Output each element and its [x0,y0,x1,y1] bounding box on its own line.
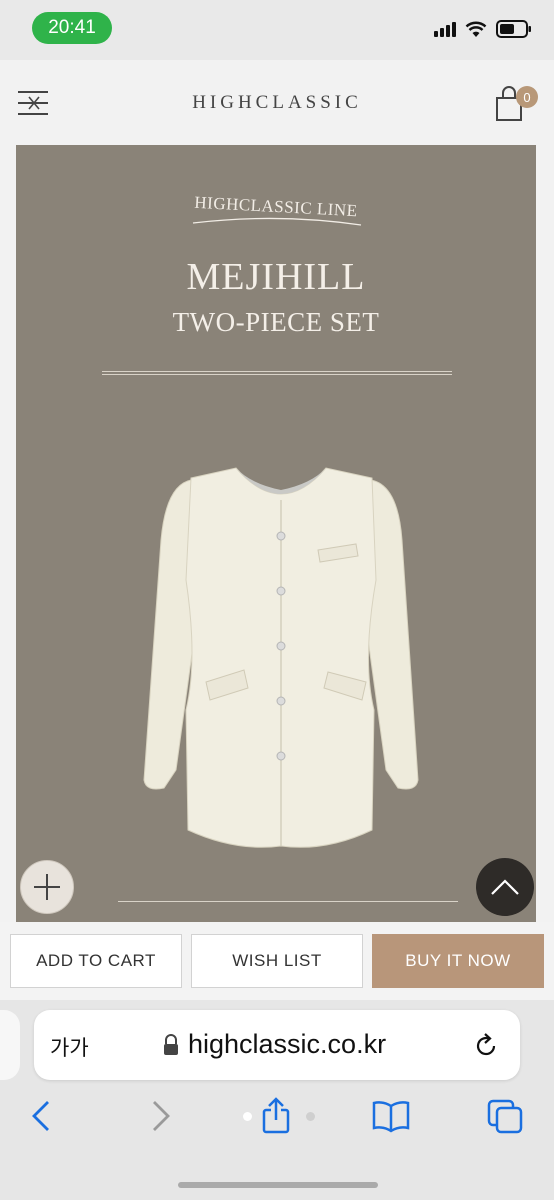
chevron-up-icon [491,879,519,895]
address-bar[interactable]: 가가 highclassic.co.kr [34,1010,520,1080]
hero-bottom-divider [118,901,458,902]
status-icons [434,20,532,38]
wifi-icon [465,21,487,37]
share-icon[interactable] [256,1096,296,1136]
back-icon[interactable] [22,1096,62,1136]
jacket-image [143,467,419,848]
cart-count-badge: 0 [516,86,538,108]
plus-icon [34,874,60,900]
buy-now-button[interactable]: BUY IT NOW [372,934,544,988]
reload-icon[interactable] [472,1032,500,1060]
text-size-button[interactable]: 가가 [50,1032,89,1062]
product-subtitle: TWO-PIECE SET [172,307,380,337]
previous-tab-peek[interactable] [0,1010,20,1080]
forward-icon[interactable] [140,1096,180,1136]
scroll-top-button[interactable] [476,858,534,916]
status-bar: 20:41 [0,0,554,60]
product-title: MEJIHILL [186,256,366,298]
wish-list-button[interactable]: WISH LIST [191,934,363,988]
add-to-cart-button[interactable]: ADD TO CART [10,934,182,988]
browser-toolbar: 가가 highclassic.co.kr [0,1000,554,1200]
bookmarks-icon[interactable] [371,1096,411,1136]
product-hero-image[interactable]: HIGHCLASSIC LINE MEJIHILL TWO-PIECE SET [16,145,536,930]
url-text[interactable]: highclassic.co.kr [188,1029,386,1060]
logo-swoosh [192,217,362,226]
tabs-icon[interactable] [486,1096,526,1136]
hero-divider [102,371,452,375]
lock-icon [164,1034,178,1055]
site-header: HIGHCLASSIC 0 [0,60,554,146]
zoom-button[interactable] [20,860,74,914]
home-indicator [178,1182,378,1188]
site-logo[interactable]: HIGHCLASSIC [0,92,554,114]
product-action-bar: ADD TO CART WISH LIST BUY IT NOW [0,922,554,1000]
signal-icon [434,21,456,37]
battery-icon [496,20,531,38]
status-time[interactable]: 20:41 [32,12,112,44]
